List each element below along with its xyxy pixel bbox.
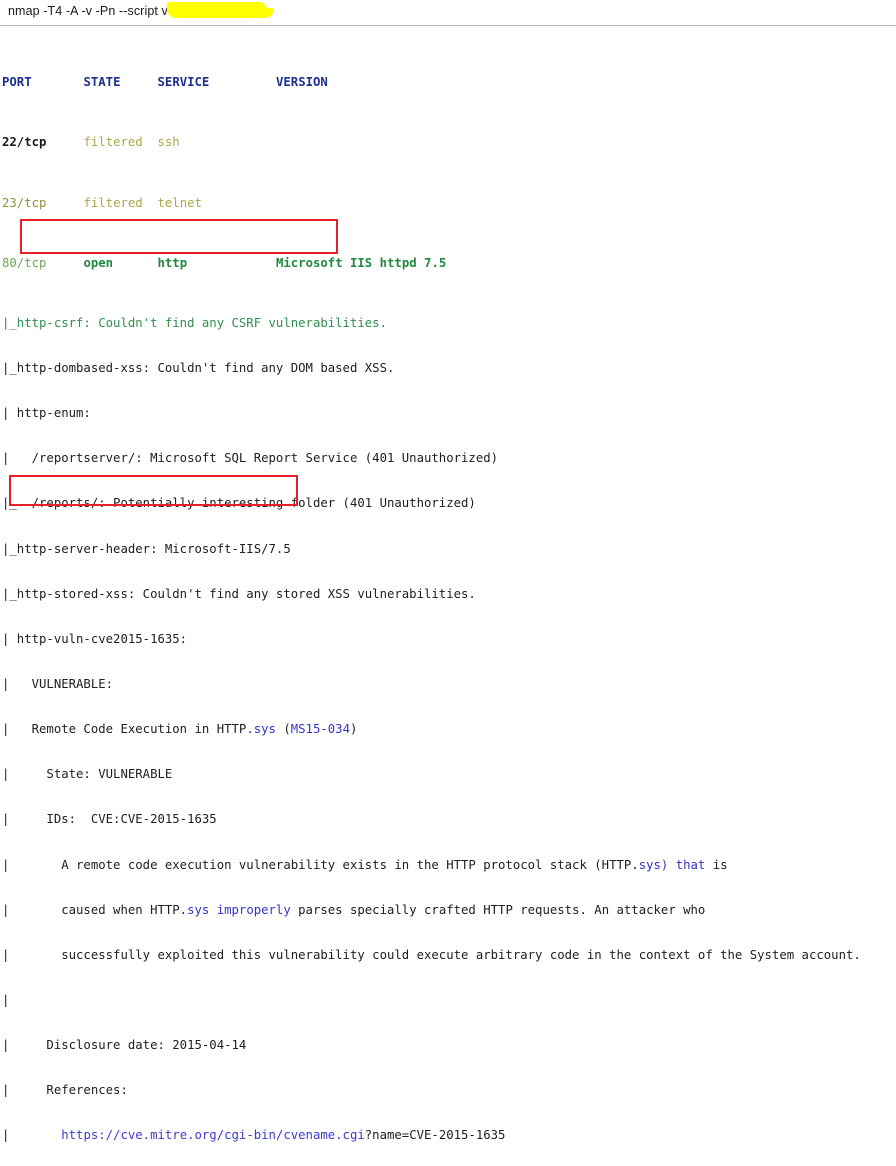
state-value: open — [83, 255, 114, 270]
disclosure-date-1: | Disclosure date: 2015-04-14 — [2, 1038, 896, 1053]
state-value: filtered — [83, 135, 143, 150]
nmap-output-pane: PORT STATE SERVICE VERSION 22/tcp filter… — [0, 26, 896, 1166]
references-label-1: | References: — [2, 1083, 896, 1098]
port-value: 22/tcp — [2, 135, 47, 150]
script-output: | A remote code execution vulnerability … — [2, 857, 728, 872]
command-text: nmap -T4 -A -v -Pn --script vuln — [8, 4, 185, 18]
command-input-bar[interactable]: nmap -T4 -A -v -Pn --script vuln — [0, 0, 896, 26]
vuln-desc-2: | caused when HTTP.sys improperly parses… — [2, 903, 896, 918]
column-header-service: SERVICE — [157, 75, 210, 90]
script-line-http-vuln-cve2015-1635: | http-vuln-cve2015-1635: — [2, 632, 896, 647]
script-line-server-header: |_http-server-header: Microsoft-IIS/7.5 — [2, 542, 896, 557]
script-line-http-csrf: |_http-csrf: Couldn't find any CSRF vuln… — [2, 316, 896, 331]
version-value: Microsoft IIS httpd 7.5 — [275, 255, 447, 270]
script-output: |_ /reports/: Potentially interesting fo… — [2, 496, 476, 511]
script-output: | References: — [2, 1083, 128, 1098]
script-line-stored-xss: |_http-stored-xss: Couldn't find any sto… — [2, 587, 896, 602]
service-value: telnet — [157, 195, 202, 210]
vuln-state-label-1: | VULNERABLE: — [2, 677, 896, 692]
script-output: |_http-stored-xss: Couldn't find any sto… — [2, 586, 476, 601]
script-line-http-dombased-xss: |_http-dombased-xss: Couldn't find any D… — [2, 361, 896, 376]
annotation-box-ms15-034 — [20, 219, 338, 254]
yellow-highlighter-redaction — [167, 2, 267, 18]
script-output: | — [2, 993, 10, 1007]
script-output: | /reportserver/: Microsoft SQL Report S… — [2, 451, 499, 466]
script-output: | http-vuln-cve2015-1635: — [2, 631, 188, 646]
column-header-version: VERSION — [275, 75, 328, 90]
script-output: | State: VULNERABLE — [2, 767, 173, 782]
vuln-desc-3: | successfully exploited this vulnerabil… — [2, 948, 896, 963]
script-output: | IDs: CVE:CVE-2015-1635 — [2, 812, 217, 827]
port-value: 80/tcp — [2, 255, 47, 270]
script-output: | Remote Code Execution in HTTP.sys (MS1… — [2, 722, 358, 737]
script-output: | https://cve.mitre.org/cgi-bin/cvename.… — [2, 1128, 506, 1143]
script-output: | successfully exploited this vulnerabil… — [2, 947, 861, 962]
table-header-row: PORT STATE SERVICE VERSION — [2, 75, 896, 90]
script-output: |_http-server-header: Microsoft-IIS/7.5 — [2, 541, 291, 556]
script-output: |_http-csrf: Couldn't find any CSRF vuln… — [2, 315, 387, 330]
vuln-ids-1: | IDs: CVE:CVE-2015-1635 — [2, 812, 896, 827]
reference-url-mitre[interactable]: | https://cve.mitre.org/cgi-bin/cvename.… — [2, 1128, 896, 1143]
script-output: | caused when HTTP.sys improperly parses… — [2, 902, 706, 917]
table-row: 23/tcp filtered telnet — [2, 196, 896, 211]
script-output: |_http-dombased-xss: Couldn't find any D… — [2, 361, 395, 376]
script-output: | Disclosure date: 2015-04-14 — [2, 1038, 247, 1053]
table-row: 80/tcp open http Microsoft IIS httpd 7.5 — [2, 256, 896, 271]
port-value: 23/tcp — [2, 195, 47, 210]
column-header-state: STATE — [83, 75, 121, 90]
state-value: filtered — [83, 195, 143, 210]
service-value: http — [157, 255, 188, 270]
blank-pipe-line: | — [2, 993, 896, 1008]
vuln-title-ms15-034: | Remote Code Execution in HTTP.sys (MS1… — [2, 722, 896, 737]
table-row: 22/tcp filtered ssh — [2, 135, 896, 150]
vuln-desc-1: | A remote code execution vulnerability … — [2, 858, 896, 873]
script-line-http-enum: | http-enum: — [2, 406, 896, 421]
script-line-reportserver: | /reportserver/: Microsoft SQL Report S… — [2, 451, 896, 466]
service-value: ssh — [157, 135, 180, 150]
script-output: | VULNERABLE: — [2, 677, 114, 692]
vuln-state-1: | State: VULNERABLE — [2, 767, 896, 782]
script-line-reports: |_ /reports/: Potentially interesting fo… — [2, 496, 896, 511]
column-header-port: PORT — [2, 75, 32, 90]
script-output: | http-enum: — [2, 406, 91, 421]
